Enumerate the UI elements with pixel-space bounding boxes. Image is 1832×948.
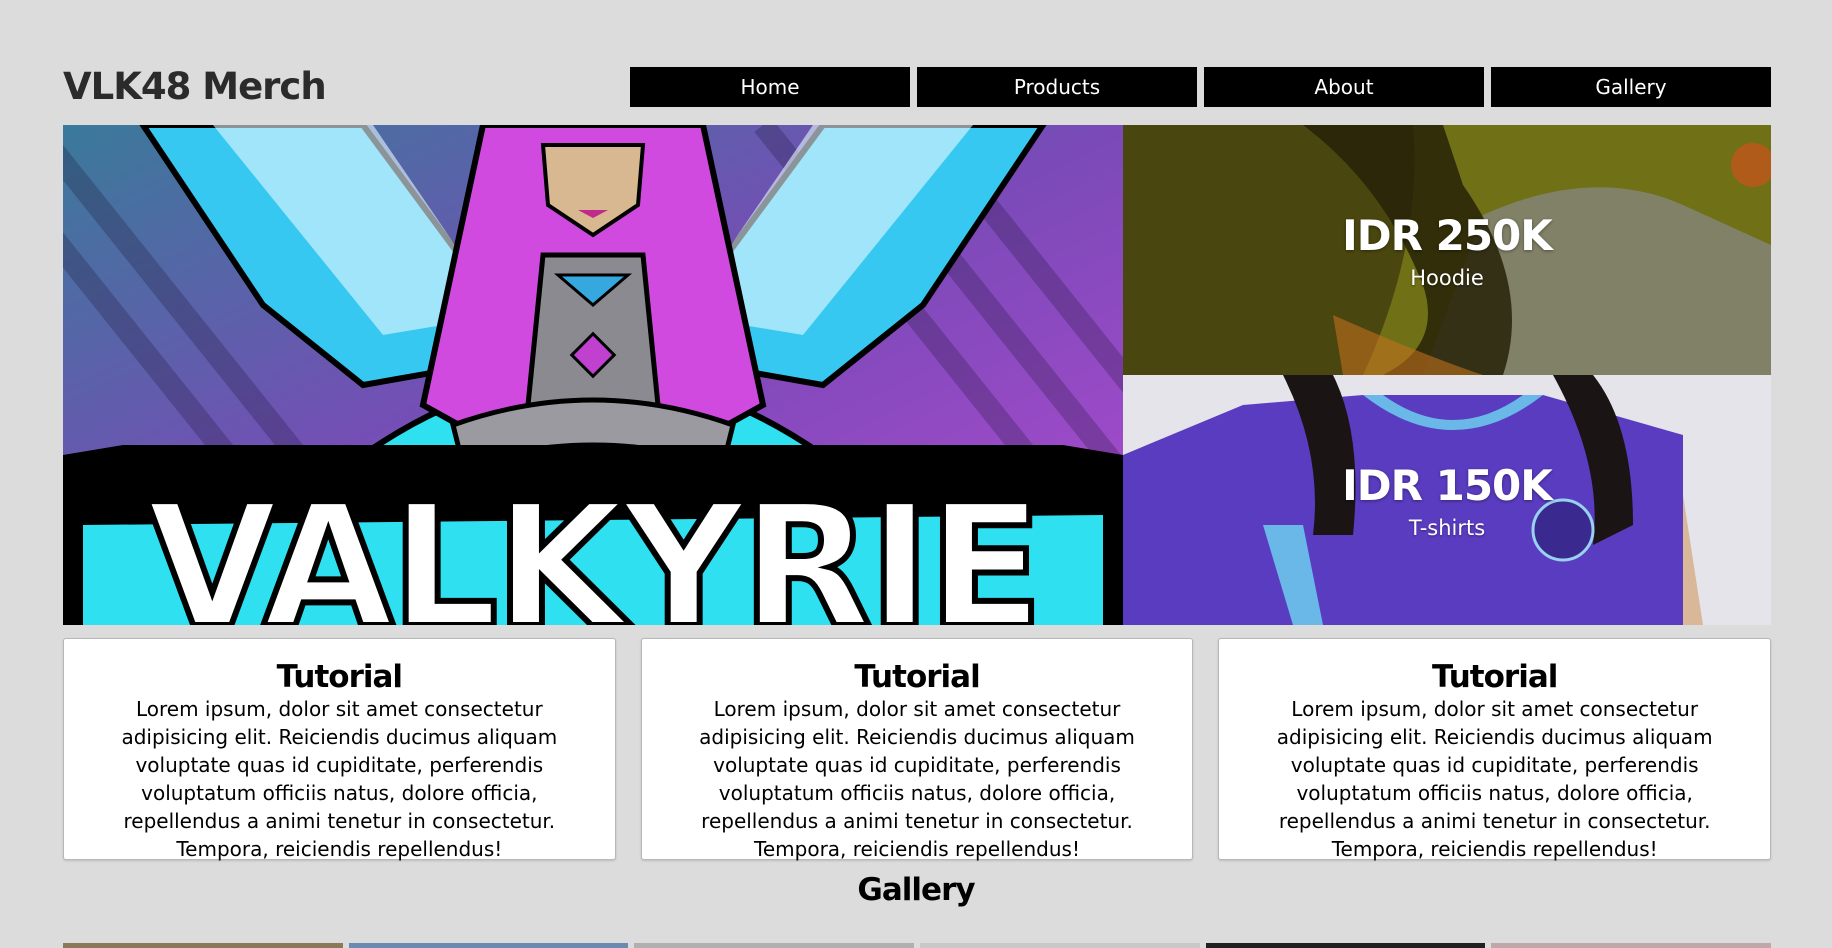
gallery-thumb[interactable]	[920, 943, 1200, 948]
tutorial-card[interactable]: Tutorial Lorem ipsum, dolor sit amet con…	[63, 638, 616, 861]
hoodie-promo[interactable]: IDR 250K Hoodie	[1123, 125, 1771, 375]
hoodie-price: IDR 250K	[1342, 210, 1553, 260]
gallery-thumb[interactable]	[1205, 943, 1486, 948]
tshirt-promo[interactable]: IDR 150K T-shirts	[1123, 375, 1771, 625]
tutorial-card[interactable]: Tutorial Lorem ipsum, dolor sit amet con…	[1218, 638, 1772, 861]
nav-home[interactable]: Home	[630, 67, 910, 107]
banner-logo-text: VALKYRIE	[146, 468, 1039, 625]
gallery-thumbnails	[63, 943, 1772, 948]
gallery-thumb[interactable]	[348, 943, 629, 948]
nav-gallery[interactable]: Gallery	[1491, 67, 1771, 107]
card-title: Tutorial	[854, 659, 980, 695]
nav-about[interactable]: About	[1204, 67, 1484, 107]
gallery-heading: Gallery	[857, 872, 975, 908]
gallery-thumb[interactable]	[634, 943, 915, 948]
valkyrie-banner-image: VALKYRIE	[63, 125, 1123, 625]
card-body: Lorem ipsum, dolor sit amet consectetur …	[699, 697, 1135, 861]
card-title: Tutorial	[1431, 659, 1558, 695]
hero-section: VALKYRIE IDR 250K Hoodie IDR 150K T-shir	[63, 125, 1771, 625]
nav-products[interactable]: Products	[917, 67, 1197, 107]
gallery-thumb[interactable]	[1491, 943, 1772, 948]
gallery-thumb[interactable]	[63, 943, 343, 948]
hoodie-label: Hoodie	[1410, 265, 1484, 290]
tshirt-price: IDR 150K	[1342, 460, 1553, 510]
card-body: Lorem ipsum, dolor sit amet consectetur …	[121, 697, 558, 861]
main-nav: Home Products About Gallery	[630, 67, 1771, 107]
tshirt-label: T-shirts	[1408, 515, 1486, 540]
card-body: Lorem ipsum, dolor sit amet consectetur …	[1276, 697, 1713, 861]
card-title: Tutorial	[276, 659, 403, 695]
tutorial-cards: Tutorial Lorem ipsum, dolor sit amet con…	[63, 638, 1772, 861]
site-brand[interactable]: VLK48 Merch	[63, 66, 327, 108]
tutorial-card[interactable]: Tutorial Lorem ipsum, dolor sit amet con…	[640, 638, 1194, 861]
site-header: VLK48 Merch Home Products About Gallery	[63, 66, 1771, 108]
